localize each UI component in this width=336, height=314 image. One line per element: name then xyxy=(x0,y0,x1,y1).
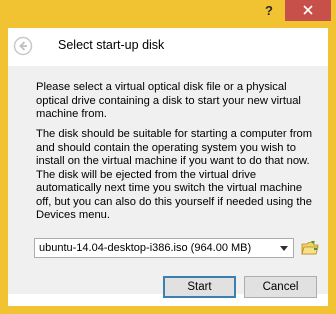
instruction-text: Please select a virtual optical disk fil… xyxy=(36,81,301,120)
back-button[interactable] xyxy=(13,36,33,56)
disk-select[interactable]: ubuntu-14.04-desktop-i386.iso (964.00 MB… xyxy=(34,238,294,258)
close-icon xyxy=(303,5,313,15)
help-button[interactable]: ? xyxy=(256,0,282,22)
folder-browse-icon xyxy=(301,241,319,255)
page-title: Select start-up disk xyxy=(58,38,165,52)
wizard-body: Please select a virtual optical disk fil… xyxy=(8,66,328,294)
disk-info-text: The disk should be suitable for starting… xyxy=(36,128,313,221)
disk-select-value: ubuntu-14.04-desktop-i386.iso (964.00 MB… xyxy=(39,242,252,254)
chevron-down-icon xyxy=(280,246,288,251)
dialog-content: Select start-up disk Please select a vir… xyxy=(8,28,328,306)
close-button[interactable] xyxy=(285,0,331,21)
title-bar: ? xyxy=(0,0,336,28)
browse-disk-button[interactable] xyxy=(301,239,319,257)
dialog-window: ? Select start-up disk Please select a v… xyxy=(0,0,336,314)
wizard-header: Select start-up disk xyxy=(8,28,328,66)
cancel-button[interactable]: Cancel xyxy=(244,276,317,298)
back-arrow-icon xyxy=(13,36,33,56)
start-button[interactable]: Start xyxy=(163,276,236,298)
